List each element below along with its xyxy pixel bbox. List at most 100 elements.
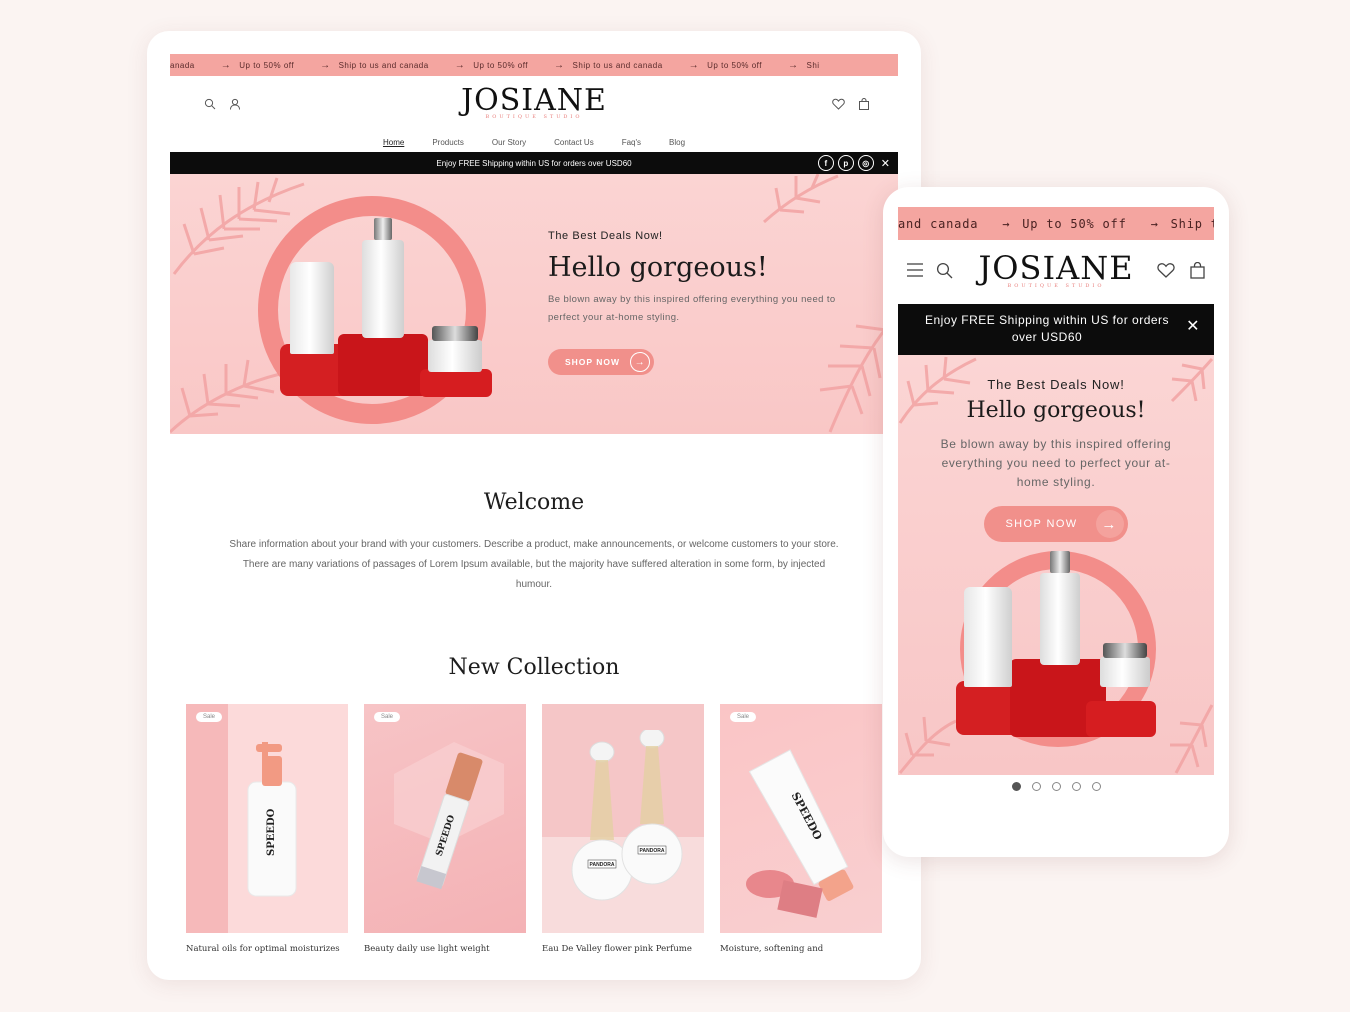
close-icon[interactable]: ✕: [881, 157, 890, 170]
product-name[interactable]: Eau De Valley flower pink Perfume: [542, 944, 704, 954]
product-card[interactable]: Sale SPEEDO Beauty daily use light weigh…: [364, 704, 526, 954]
shop-now-button[interactable]: SHOP NOW →: [984, 506, 1128, 542]
arrow-right-icon: →: [554, 59, 565, 71]
desktop-page: anada → Up to 50% off → Ship to us and can…: [170, 54, 898, 954]
marquee-text: and canada: [898, 216, 979, 231]
nav-faqs[interactable]: Faq's: [622, 138, 641, 147]
social-links: f p ◎ ✕: [817, 155, 890, 171]
main-nav: Home Products Our Story Contact Us Faq's…: [170, 132, 898, 152]
product-tube-image: [964, 587, 1012, 687]
arrow-right-icon: →: [688, 59, 700, 71]
palm-leaf-decoration: [898, 356, 977, 424]
arrow-right-icon: →: [1002, 216, 1011, 231]
pinterest-icon[interactable]: p: [837, 155, 854, 171]
instagram-icon[interactable]: ◎: [857, 155, 874, 171]
arrow-right-icon: →: [320, 59, 331, 71]
slider-dot[interactable]: [1031, 782, 1041, 791]
nav-home[interactable]: Home: [383, 138, 404, 147]
product-name[interactable]: Moisture, softening and: [720, 944, 882, 954]
welcome-section: Welcome Share information about your bra…: [170, 490, 898, 595]
pedestal: [420, 369, 492, 397]
arrow-right-icon: →: [220, 59, 232, 71]
sale-badge: Sale: [196, 712, 223, 722]
marquee-item: → Ship to us and canada: [320, 60, 429, 71]
nav-products[interactable]: Products: [432, 138, 464, 147]
facebook-icon[interactable]: f: [817, 155, 834, 171]
product-bottle-image: [1040, 573, 1080, 665]
pedestal: [338, 334, 428, 396]
perfume-bottles-illustration: PANDORA PANDORA: [571, 730, 683, 901]
nav-blog[interactable]: Blog: [669, 138, 685, 147]
close-icon[interactable]: ✕: [1186, 318, 1200, 335]
slider-dot[interactable]: [1091, 782, 1101, 791]
product-image[interactable]: Sale SPEEDO: [186, 704, 348, 933]
product-card[interactable]: Sale SPEEDO Natural oils for optimal moi…: [186, 704, 348, 954]
slider-dot[interactable]: [1011, 782, 1021, 791]
mobile-page: and canada → Up to 50% off → Ship to JOSIA…: [898, 207, 1214, 791]
announcement-bar: Enjoy FREE Shipping within US for orders…: [898, 304, 1214, 355]
welcome-title: Welcome: [483, 490, 585, 515]
hero-body: Be blown away by this inspired offering …: [940, 437, 1172, 489]
desktop-marquee: anada → Up to 50% off → Ship to us and can…: [170, 54, 898, 76]
marquee-text: anada: [170, 60, 195, 70]
heart-icon[interactable]: [1157, 262, 1175, 279]
product-image[interactable]: Sale SPEEDO: [364, 704, 526, 933]
marquee-text: Up to 50% off: [239, 60, 295, 70]
marquee-item: → Shi: [788, 60, 820, 71]
pump-bottle-illustration: SPEEDO: [247, 742, 297, 897]
palm-leaf-decoration: [1170, 704, 1214, 774]
bag-icon[interactable]: [858, 98, 870, 110]
palm-leaf-decoration: [898, 716, 957, 774]
hero-banner: The Best Deals Now! Hello gorgeous! Be b…: [170, 174, 898, 434]
slider-dots: [898, 782, 1214, 791]
product-name[interactable]: Natural oils for optimal moisturizes: [186, 944, 348, 954]
product-jar-image: [428, 326, 482, 372]
sale-badge: Sale: [374, 712, 401, 722]
marquee-text: Up to 50% off: [707, 60, 762, 70]
marquee-item: → Ship to: [1151, 217, 1214, 231]
nav-contact[interactable]: Contact Us: [554, 138, 594, 147]
collection-title: New Collection: [448, 655, 620, 680]
marquee-text: Ship to: [1170, 216, 1214, 231]
logo-tagline: BOUTIQUE STUDIO: [485, 114, 583, 120]
heart-icon[interactable]: [832, 98, 845, 110]
arrow-right-icon: →: [787, 59, 799, 71]
product-card[interactable]: PANDORA PANDORA Eau De Valley flower pin…: [542, 704, 704, 954]
nav-our-story[interactable]: Our Story: [492, 138, 526, 147]
marquee-item: → Up to 50% off: [455, 60, 528, 71]
arrow-right-icon: →: [1150, 216, 1159, 231]
marquee-item: → Up to 50% off: [1002, 217, 1126, 231]
button-label: SHOP NOW: [1005, 518, 1078, 530]
product-image[interactable]: PANDORA PANDORA: [542, 704, 704, 933]
hero-kicker: The Best Deals Now!: [548, 230, 663, 242]
shop-now-button[interactable]: SHOP NOW →: [548, 349, 655, 375]
mobile-header: JOSIANE BOUTIQUE STUDIO: [898, 240, 1214, 304]
product-card[interactable]: Sale SPEEDO Moisture, softening and: [720, 704, 882, 954]
product-name[interactable]: Beauty daily use light weight: [364, 944, 526, 954]
bottle-label: PANDORA: [640, 848, 665, 854]
serum-bottle-illustration: SPEEDO: [394, 742, 504, 890]
marquee-text: Shi: [806, 60, 820, 70]
bag-icon[interactable]: [1189, 262, 1206, 279]
product-grid: Sale SPEEDO Natural oils for optimal moi…: [186, 704, 898, 954]
marquee-item: → Up to 50% off: [221, 60, 294, 71]
hero-banner: The Best Deals Now! Hello gorgeous! Be b…: [898, 355, 1214, 775]
marquee-item: and canada: [898, 217, 978, 231]
palm-leaf-decoration: [762, 174, 839, 224]
site-logo[interactable]: JOSIANE BOUTIQUE STUDIO: [170, 84, 898, 121]
hero-title: Hello gorgeous!: [548, 252, 768, 283]
arrow-right-icon: →: [1095, 510, 1124, 538]
welcome-body: Share information about your brand with …: [229, 539, 839, 590]
product-bottle-image: [362, 218, 404, 338]
bottle-label: PANDORA: [590, 862, 615, 868]
hero-body: Be blown away by this inspired offering …: [548, 294, 836, 323]
marquee-text: Up to 50% off: [473, 60, 529, 70]
slider-dot[interactable]: [1051, 782, 1061, 791]
bottle-label: SPEEDO: [266, 808, 277, 856]
product-jar-image: [1100, 657, 1150, 687]
announcement-text: Enjoy FREE Shipping within US for orders…: [436, 158, 632, 168]
product-image[interactable]: Sale SPEEDO: [720, 704, 882, 933]
button-label: SHOP NOW: [565, 357, 621, 367]
slider-dot[interactable]: [1071, 782, 1081, 791]
marquee-text: Up to 50% off: [1022, 216, 1127, 231]
